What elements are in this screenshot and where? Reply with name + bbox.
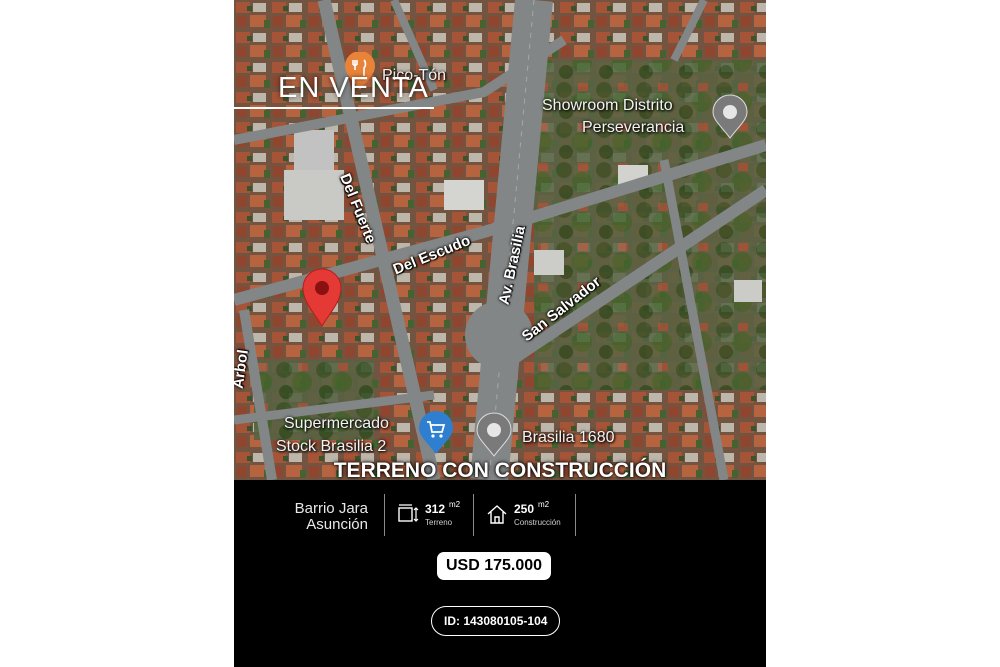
building-area-stat: 250 m2 Construcción [486, 500, 576, 532]
listing-id-badge: ID: 143080105-104 [431, 606, 561, 636]
poi-brasilia-1680[interactable]: Brasilia 1680 [474, 412, 644, 460]
divider [575, 494, 576, 536]
land-area-icon [398, 504, 419, 522]
land-area-stat: 312 m2 Terreno [397, 500, 477, 532]
listing-title: TERRENO CON CONSTRUCCIÓN [333, 459, 667, 482]
satellite-map[interactable]: Del Fuerte Del Escudo Av. Brasilia San S… [234, 0, 766, 480]
divider [473, 494, 474, 536]
city-label: Asunción [306, 516, 368, 533]
property-flyer: Del Fuerte Del Escudo Av. Brasilia San S… [234, 0, 766, 667]
poi-label-line1: Showroom Distrito [542, 97, 673, 114]
tag-underline [234, 107, 434, 109]
place-pin-icon [712, 94, 748, 139]
building-area-unit: m2 [538, 500, 550, 509]
listing-location: Barrio Jara Asunción [295, 501, 368, 533]
building-area-value: 250 [514, 502, 535, 516]
poi-label-line2: Stock Brasilia 2 [276, 438, 387, 455]
poi-showroom-distrito-perseverancia[interactable]: Showroom Distrito Perseverancia [542, 94, 762, 144]
for-sale-tag: EN VENTA [278, 72, 429, 104]
building-area-label: Construcción [514, 518, 561, 527]
poi-label-line2: Perseverancia [582, 119, 685, 136]
poi-supermercado-stock-brasilia-2[interactable]: Supermercado Stock Brasilia 2 [276, 410, 474, 458]
neighborhood-label: Barrio Jara [294, 500, 368, 517]
land-area-value: 312 [425, 502, 446, 516]
place-pin-icon [476, 412, 512, 457]
poi-label-line1: Supermercado [284, 415, 389, 432]
divider [384, 494, 385, 536]
land-area-label: Terreno [425, 518, 453, 527]
poi-label: Brasilia 1680 [522, 429, 615, 446]
location-pin-icon[interactable] [300, 266, 344, 328]
price-badge: USD 175.000 [437, 552, 552, 580]
land-area-unit: m2 [449, 500, 461, 509]
house-icon [487, 505, 507, 524]
shopping-cart-icon [419, 411, 453, 454]
listing-details: Barrio Jara Asunción 312 m2 Terreno 250 … [234, 492, 766, 538]
